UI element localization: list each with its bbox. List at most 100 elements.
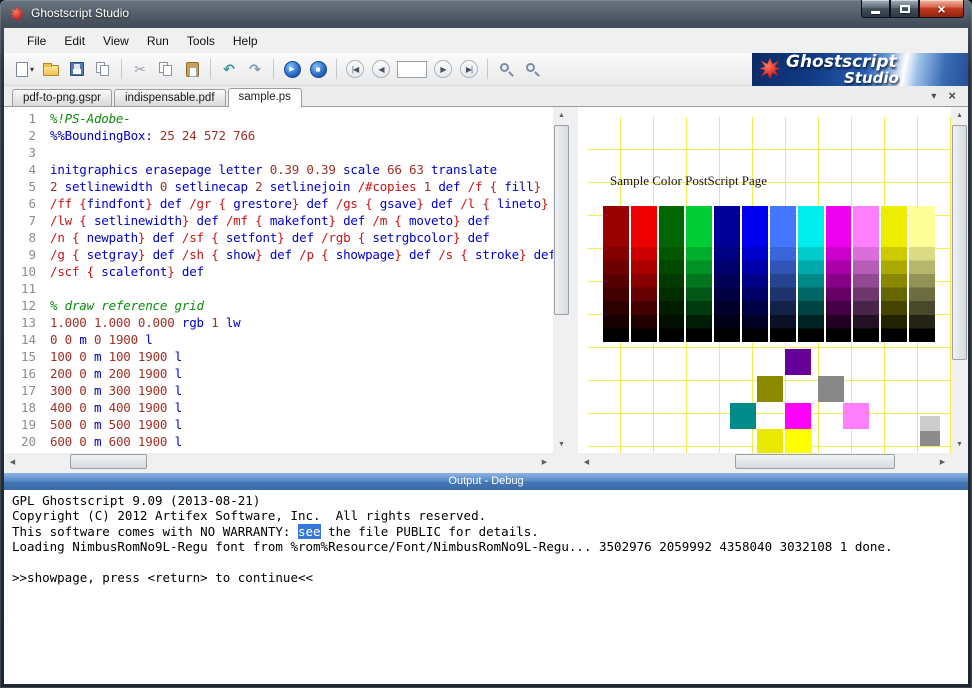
color-square [785, 349, 811, 375]
scroll-up-icon[interactable]: ▲ [951, 107, 968, 124]
scroll-right-icon[interactable]: ▶ [536, 453, 553, 470]
code-line: 16 200 0 m 200 1900 l [20, 366, 182, 381]
copy-icon [158, 61, 174, 77]
tab-list-dropdown-icon[interactable]: ▾ [931, 91, 936, 102]
preview-hscroll-thumb[interactable] [734, 454, 896, 469]
color-square [920, 416, 940, 431]
first-page-icon: |◀ [346, 60, 364, 78]
editor-hscroll-thumb[interactable] [69, 454, 147, 469]
color-bar [714, 206, 741, 342]
menu-edit[interactable]: Edit [55, 31, 94, 51]
ps-page: Sample Color PostScript Page [588, 117, 951, 453]
editor-vertical-scrollbar[interactable]: ▲ ▼ [553, 107, 570, 453]
redo-button[interactable]: ↷ [243, 56, 267, 82]
editor-horizontal-scrollbar[interactable]: ◀ ▶ [4, 453, 553, 470]
minimize-button[interactable] [861, 0, 890, 18]
menu-run[interactable]: Run [138, 31, 178, 51]
code-line: 13 1.000 1.000 0.000 rgb 1 lw [20, 315, 241, 330]
output-header[interactable]: Output - Debug [4, 473, 968, 490]
app-icon [9, 6, 25, 22]
close-button[interactable]: × [919, 0, 964, 18]
menu-bar: File Edit View Run Tools Help [4, 28, 968, 53]
open-file-button[interactable] [39, 56, 63, 82]
code-line: 14 0 0 m 0 1900 l [20, 332, 153, 347]
color-bar [769, 206, 796, 342]
logo-line2: Studio [844, 68, 899, 86]
code-line: 12% draw reference grid [20, 298, 204, 313]
scroll-left-icon[interactable]: ◀ [4, 453, 21, 470]
color-square [785, 403, 811, 429]
tab-pdf-to-png.gspr[interactable]: pdf-to-png.gspr [12, 89, 112, 106]
copy-button[interactable] [154, 56, 178, 82]
scrollbar-corner [951, 453, 968, 470]
next-page-button[interactable]: ▶ [431, 56, 455, 82]
minimize-icon [871, 10, 880, 14]
toolbar-separator [336, 59, 337, 79]
color-square [818, 376, 844, 402]
menu-tools[interactable]: Tools [178, 31, 224, 51]
app-logo: Ghostscript Studio [752, 52, 968, 86]
console-output[interactable]: GPL Ghostscript 9.09 (2013-08-21) Copyrig… [4, 490, 968, 684]
window-title: Ghostscript Studio [31, 6, 130, 20]
toolbar-separator [210, 59, 211, 79]
code-line: 19 500 0 m 500 1900 l [20, 417, 182, 432]
menu-file[interactable]: File [18, 31, 55, 51]
zoom-out-button[interactable] [494, 56, 518, 82]
prev-page-button[interactable]: ◀ [369, 56, 393, 82]
tab-bar: pdf-to-png.gspr indispensable.pdf sample.p… [4, 86, 968, 107]
scroll-right-icon[interactable]: ▶ [934, 453, 951, 470]
color-square [920, 431, 940, 446]
tab-sample.ps[interactable]: sample.ps [227, 88, 302, 107]
cut-button[interactable]: ✂ [128, 56, 152, 82]
save-all-button[interactable] [91, 56, 115, 82]
scroll-up-icon[interactable]: ▲ [553, 107, 570, 124]
save-icon [70, 62, 84, 76]
code-line: 4 initgraphics erasepage letter 0.39 0.39… [28, 162, 497, 177]
console-line: GPL Ghostscript 9.09 (2013-08-21) [12, 493, 261, 508]
undo-button[interactable]: ↶ [217, 56, 241, 82]
color-bar [686, 206, 713, 342]
scroll-down-icon[interactable]: ▼ [553, 436, 570, 453]
maximize-icon [899, 4, 910, 13]
code-editor[interactable]: 1 %!PS-Adobe- 2 %%BoundingBox: 25 24 572 76… [4, 107, 553, 453]
stop-button[interactable]: ■ [306, 56, 330, 82]
editor-vscroll-thumb[interactable] [554, 125, 569, 316]
color-bar [853, 206, 880, 342]
paste-icon [185, 61, 199, 77]
code-line: 20 600 0 m 600 1900 l [20, 434, 182, 449]
color-bar [881, 206, 908, 342]
menu-view[interactable]: View [94, 31, 138, 51]
maximize-button[interactable] [890, 0, 919, 18]
color-square [730, 403, 756, 429]
close-tab-icon[interactable]: × [948, 89, 956, 102]
code-line: 1 %!PS-Adobe- [28, 111, 131, 126]
preview-horizontal-scrollbar[interactable]: ◀ ▶ [578, 453, 951, 470]
close-icon: × [937, 0, 946, 17]
paste-button[interactable] [180, 56, 204, 82]
scroll-left-icon[interactable]: ◀ [578, 453, 595, 470]
run-button[interactable]: ▶ [280, 56, 304, 82]
new-file-button[interactable]: ▾ [13, 56, 37, 82]
code-line: 7/lw { setlinewidth} def /mf { makefont}… [28, 213, 490, 228]
title-bar[interactable]: Ghostscript Studio × [0, 0, 972, 28]
splitter[interactable] [570, 107, 578, 470]
undo-icon: ↶ [223, 61, 235, 77]
preview-vscroll-thumb[interactable] [952, 125, 967, 361]
main-split: 1 %!PS-Adobe- 2 %%BoundingBox: 25 24 572 76… [4, 106, 968, 470]
first-page-button[interactable]: |◀ [343, 56, 367, 82]
color-bar [630, 206, 657, 342]
last-page-icon: ▶| [460, 60, 478, 78]
menu-help[interactable]: Help [224, 31, 267, 51]
code-line: 9/g { setgray} def /sh { show} def /p { … [28, 247, 553, 262]
save-all-icon [95, 61, 111, 77]
save-button[interactable] [65, 56, 89, 82]
color-square [757, 429, 783, 453]
scroll-down-icon[interactable]: ▼ [951, 436, 968, 453]
last-page-button[interactable]: ▶| [457, 56, 481, 82]
tab-indispensable.pdf[interactable]: indispensable.pdf [114, 89, 226, 106]
color-square [757, 376, 783, 402]
color-bar [797, 206, 824, 342]
zoom-in-button[interactable] [520, 56, 544, 82]
preview-vertical-scrollbar[interactable]: ▲ ▼ [951, 107, 968, 453]
page-number-input[interactable] [397, 60, 427, 78]
